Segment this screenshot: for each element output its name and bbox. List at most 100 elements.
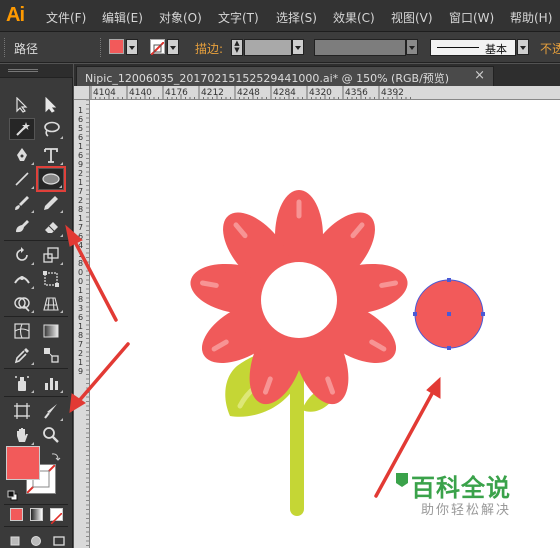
menu-type[interactable]: 文字(T) <box>218 9 259 26</box>
fill-dropdown[interactable] <box>126 39 138 55</box>
gradient-tool[interactable] <box>38 320 64 342</box>
symbol-sprayer-tool[interactable] <box>9 372 35 394</box>
menu-select[interactable]: 选择(S) <box>276 9 317 26</box>
ruler-label: 4 <box>78 241 83 250</box>
selected-circle-group[interactable] <box>413 278 485 350</box>
profile-dropdown[interactable] <box>406 39 418 55</box>
vertical-ruler-ticks: 165616921728176418001836187219 <box>78 100 89 546</box>
stroke-preview-line <box>437 47 479 48</box>
eraser-icon <box>45 222 58 233</box>
anchor-point[interactable] <box>447 346 451 350</box>
draw-normal-button[interactable] <box>9 532 21 546</box>
pencil-tool[interactable] <box>38 192 64 214</box>
scale-tool[interactable] <box>38 244 64 266</box>
anchor-point[interactable] <box>413 312 417 316</box>
screen-mode-button[interactable] <box>52 532 66 546</box>
ruler-label: 1 <box>78 178 83 187</box>
artboard-tool[interactable] <box>9 400 35 422</box>
ruler-label: 6 <box>78 115 83 124</box>
default-colors-icon[interactable] <box>7 486 18 501</box>
close-tab-icon[interactable]: × <box>474 68 485 83</box>
anchor-point[interactable] <box>447 278 451 282</box>
hand-tool[interactable] <box>9 424 35 446</box>
ruler-label: 4284 <box>273 88 296 98</box>
fill-indicator[interactable] <box>6 446 40 480</box>
symbol-sprayer-icon <box>15 376 29 391</box>
lasso-tool[interactable] <box>38 118 64 140</box>
magic-wand-icon <box>16 122 30 136</box>
artboard-icon <box>14 403 30 419</box>
menu-effect[interactable]: 效果(C) <box>333 9 375 26</box>
brush-definition-field[interactable]: 基本 <box>430 39 516 56</box>
vertical-ruler[interactable]: 165616921728176418001836187219 <box>74 100 90 548</box>
width-icon <box>14 276 30 284</box>
ruler-label: 7 <box>78 340 83 349</box>
eyedropper-tool[interactable] <box>9 344 35 366</box>
menu-edit[interactable]: 编辑(E) <box>102 9 143 26</box>
blend-tool[interactable] <box>38 344 64 366</box>
width-tool[interactable] <box>9 268 35 290</box>
zoom-tool[interactable] <box>38 424 64 446</box>
stroke-weight-stepper[interactable]: ▲ ▼ <box>231 39 243 56</box>
draw-behind-icon <box>31 536 41 546</box>
color-mode-button[interactable] <box>10 508 23 521</box>
ruler-label: 8 <box>78 331 83 340</box>
paintbrush-tool[interactable] <box>9 192 35 214</box>
menu-help[interactable]: 帮助(H) <box>510 9 552 26</box>
document-tab[interactable]: Nipic_12006035_20170215152529441000.ai* … <box>76 66 494 86</box>
ruler-label: 1 <box>78 250 83 259</box>
stroke-weight-dropdown[interactable] <box>292 39 304 55</box>
ruler-label: 4320 <box>309 88 332 98</box>
fill-color-swatch[interactable] <box>109 39 124 54</box>
ruler-label: 1 <box>78 286 83 295</box>
anchor-point[interactable] <box>481 312 485 316</box>
pen-tool[interactable] <box>9 144 35 166</box>
ruler-label: 8 <box>78 205 83 214</box>
rotate-tool[interactable] <box>9 244 35 266</box>
panel-grip[interactable] <box>4 38 7 57</box>
perspective-grid-tool[interactable] <box>38 292 64 314</box>
variable-width-profile[interactable] <box>314 39 406 56</box>
menu-file[interactable]: 文件(F) <box>46 9 86 26</box>
ruler-label: 2 <box>78 196 83 205</box>
tools-panel-header[interactable] <box>0 64 73 78</box>
opacity-label: 不透 <box>540 42 560 56</box>
type-tool[interactable] <box>38 144 64 166</box>
illustrator-window: Ai 文件(F) 编辑(E) 对象(O) 文字(T) 选择(S) 效果(C) 视… <box>0 0 560 548</box>
none-mode-button[interactable] <box>50 508 63 525</box>
menu-object[interactable]: 对象(O) <box>159 9 202 26</box>
eraser-tool[interactable] <box>38 216 64 238</box>
horizontal-ruler[interactable]: 4104 4140 4176 4212 4248 4284 4320 4356 4392 <box>90 86 560 100</box>
menu-window[interactable]: 窗口(W) <box>449 9 494 26</box>
menu-view[interactable]: 视图(V) <box>391 9 433 26</box>
gradient-mode-button[interactable] <box>30 508 43 521</box>
ellipse-tool[interactable] <box>36 166 66 192</box>
panel-grip[interactable] <box>100 38 103 57</box>
ruler-origin[interactable] <box>74 86 90 100</box>
mesh-tool[interactable] <box>9 320 35 342</box>
watermark-title: 百科全说 <box>411 474 511 502</box>
stroke-dropdown[interactable] <box>167 39 179 55</box>
brush-dropdown[interactable] <box>517 39 529 55</box>
stroke-color-swatch[interactable] <box>150 39 165 56</box>
draw-behind-button[interactable] <box>29 532 43 546</box>
slice-tool[interactable] <box>38 400 64 422</box>
tool-separator <box>4 368 68 369</box>
watermark-subtitle: 助你轻松解决 <box>421 503 512 518</box>
center-point[interactable] <box>447 312 451 316</box>
selection-tool[interactable] <box>9 94 35 116</box>
shape-builder-tool[interactable] <box>9 292 35 314</box>
type-t-icon <box>44 148 58 163</box>
blob-brush-tool[interactable] <box>9 216 35 238</box>
stroke-weight-field[interactable] <box>244 39 292 56</box>
free-transform-tool[interactable] <box>38 268 64 290</box>
column-graph-tool[interactable] <box>38 372 64 394</box>
line-segment-tool[interactable] <box>9 168 35 190</box>
swap-fill-stroke-icon[interactable] <box>51 446 61 461</box>
pencil-icon <box>44 196 58 210</box>
ruler-label: 6 <box>78 133 83 142</box>
direct-selection-tool[interactable] <box>38 94 64 116</box>
pen-icon <box>17 148 27 161</box>
magic-wand-tool[interactable] <box>9 118 35 140</box>
flower-center[interactable] <box>261 262 337 338</box>
